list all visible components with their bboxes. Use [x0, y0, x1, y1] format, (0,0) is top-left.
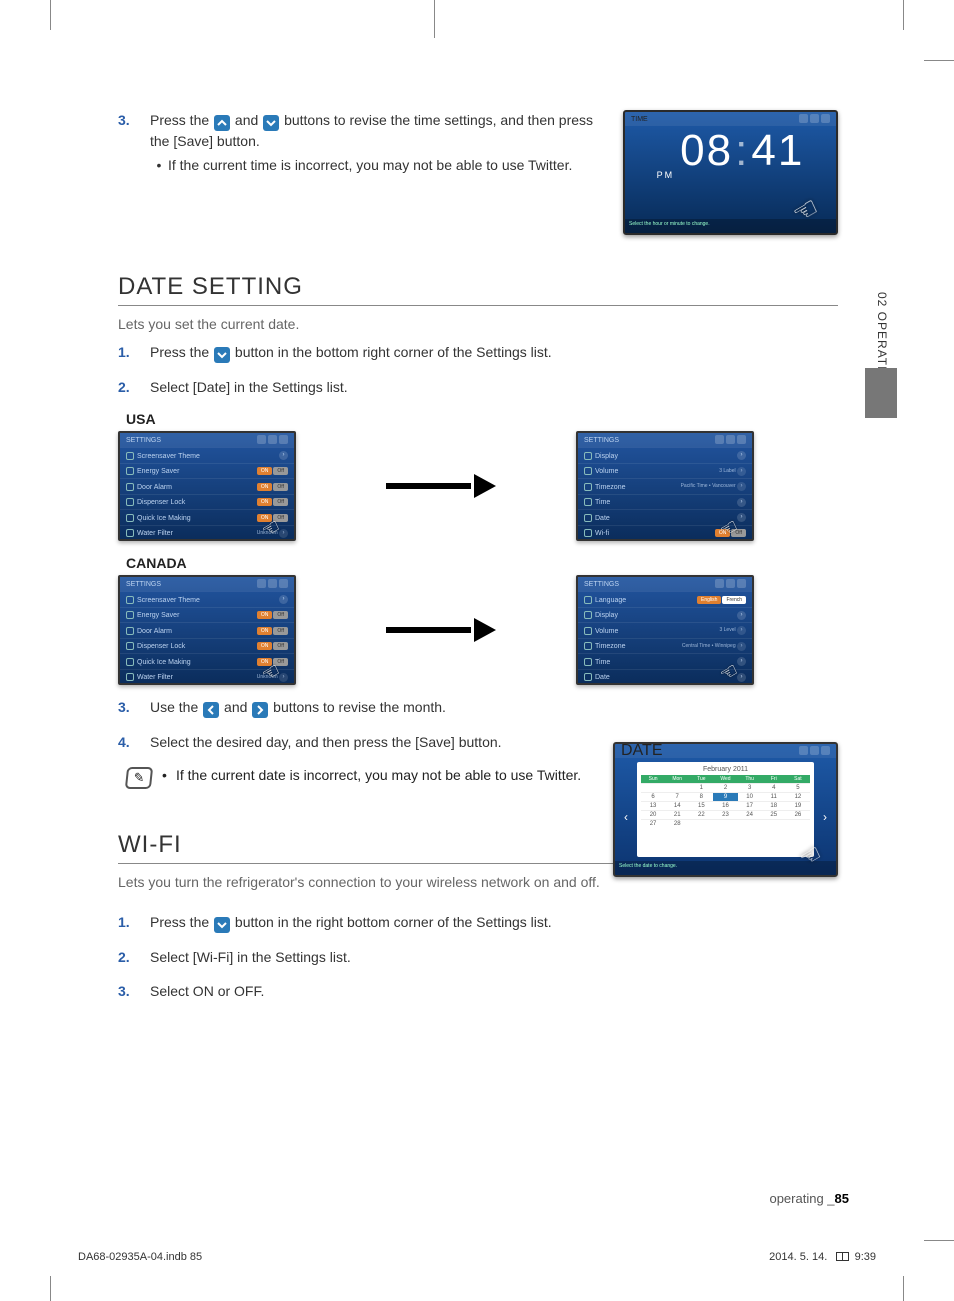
chevron-down-icon — [214, 347, 230, 363]
screenshot-title: DATE — [621, 742, 662, 760]
wifi-step-3: 3. Select ON or OFF. — [118, 981, 838, 1001]
chevron-up-icon — [214, 115, 230, 131]
minute-value: 41 — [751, 126, 804, 176]
chevron-left-icon — [203, 702, 219, 718]
bullet-text: If the current time is incorrect, you ma… — [168, 155, 572, 175]
settings-canada-left-screenshot: SETTINGSScreensaver Theme›Energy SaverON… — [118, 575, 296, 685]
header-icons — [797, 742, 830, 760]
prev-month-icon: ‹ — [619, 810, 633, 824]
chevron-right-icon — [252, 702, 268, 718]
settings-usa-right-screenshot: SETTINGSDisplay›Volume3 Label ›TimezoneP… — [576, 431, 754, 541]
date-calendar-screenshot: DATE ‹ › February 2011SunMonTueWedThuFri… — [613, 742, 838, 877]
crop-marks-top — [50, 0, 904, 30]
settings-canada-right-screenshot: SETTINGSLanguageEnglishFrenchDisplay›Vol… — [576, 575, 754, 685]
wifi-step-2: 2. Select [Wi-Fi] in the Settings list. — [118, 947, 838, 967]
section-divider — [118, 305, 838, 306]
arrow-right-icon — [386, 622, 496, 638]
crop-marks-bottom — [50, 1276, 904, 1301]
text: and — [235, 112, 262, 128]
crop-marks-right — [924, 60, 954, 1241]
chevron-down-icon — [263, 115, 279, 131]
next-month-icon: › — [818, 810, 832, 824]
date-intro: Lets you set the current date. — [118, 316, 838, 332]
print-footer: DA68-02935A-04.indb 85 2014. 5. 14. 9:39 — [78, 1251, 876, 1263]
am-pm-label: PM — [657, 170, 675, 180]
chevron-down-icon — [214, 917, 230, 933]
file-name: DA68-02935A-04.indb 85 — [78, 1251, 202, 1263]
date-step-2: 2. Select [Date] in the Settings list. — [118, 377, 838, 397]
date-note: ✎ •If the current date is incorrect, you… — [126, 767, 596, 789]
screenshot-title: TIME — [631, 116, 648, 123]
settings-usa-left-screenshot: SETTINGSScreensaver Theme›Energy SaverON… — [118, 431, 296, 541]
note-pencil-icon: ✎ — [125, 767, 153, 789]
region-usa-label: USA — [126, 411, 838, 427]
header-icons — [797, 114, 830, 125]
print-datetime: 2014. 5. 14. 9:39 — [769, 1251, 876, 1263]
date-step-1: 1. Press the button in the bottom right … — [118, 342, 838, 363]
date-step-3: 3. Use the and buttons to revise the mon… — [118, 697, 588, 718]
text: Press the — [150, 112, 213, 128]
region-canada-label: CANADA — [126, 555, 838, 571]
section-tab-dark — [865, 368, 897, 418]
arrow-right-icon — [386, 478, 496, 494]
page-footer: operating _85 — [769, 1191, 849, 1206]
wifi-step-1: 1. Press the button in the right bottom … — [118, 912, 838, 933]
date-step-4: 4. Select the desired day, and then pres… — [118, 732, 588, 752]
step-3-time: 3. Press the and buttons to revise the t… — [118, 110, 598, 176]
hour-value: 08 — [680, 126, 733, 176]
date-setting-heading: DATE SETTING — [118, 273, 838, 301]
time-screenshot: TIME PM 08 : 41 Select the hour or minut… — [623, 110, 838, 235]
